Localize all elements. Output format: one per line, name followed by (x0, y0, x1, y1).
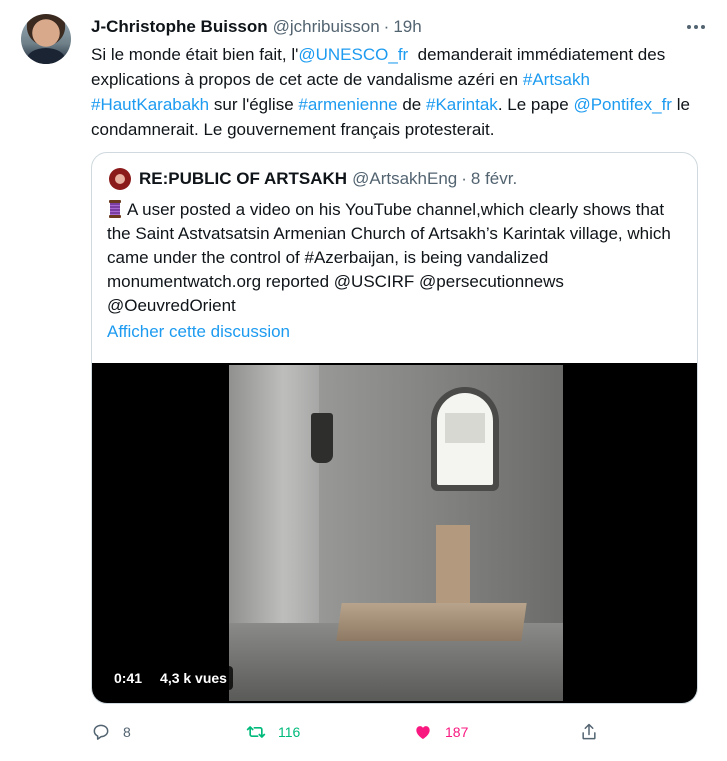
quoted-text-body: A user posted a video on his YouTube cha… (107, 200, 671, 315)
thread-emoji-icon (107, 200, 123, 218)
author-avatar[interactable] (21, 14, 71, 64)
reply-count: 8 (123, 724, 131, 740)
quoted-header: RE:PUBLIC OF ARTSAKH @ArtsakhEng · 8 fév… (109, 167, 517, 191)
quoted-tweet[interactable]: RE:PUBLIC OF ARTSAKH @ArtsakhEng · 8 fév… (91, 152, 698, 704)
tweet-text: Si le monde était bien fait, l'@UNESCO_f… (91, 42, 711, 142)
video-meta: 0:41 4,3 k vues (108, 665, 239, 691)
quoted-name: RE:PUBLIC OF ARTSAKH (139, 169, 348, 188)
video-frame[interactable] (229, 365, 563, 701)
mention-unesco[interactable]: @UNESCO_fr (298, 45, 408, 64)
separator: · (461, 169, 467, 188)
hashtag-armenienne[interactable]: #armenienne (298, 95, 397, 114)
hashtag-karintak[interactable]: #Karintak (426, 95, 498, 114)
retweet-count: 116 (278, 724, 301, 740)
author-name[interactable]: J-Christophe Buisson (91, 17, 268, 37)
author-handle[interactable]: @jchribuisson (273, 17, 380, 37)
like-button[interactable]: 187 (413, 720, 468, 744)
video-player[interactable]: 0:41 4,3 k vues (92, 363, 697, 703)
tweet-text-part: . Le pape (497, 95, 574, 114)
tweet-text-part: sur l'église (209, 95, 299, 114)
share-icon (582, 723, 596, 740)
tweet-text-part: de (397, 95, 426, 114)
tweet-header: J-Christophe Buisson @jchribuisson · 19h (91, 16, 707, 38)
reply-button[interactable]: 8 (91, 720, 131, 744)
like-count: 187 (445, 724, 469, 740)
hashtag-hautkarabakh[interactable]: #HautKarabakh (91, 95, 209, 114)
quoted-time: 8 févr. (470, 169, 518, 188)
show-thread-link[interactable]: Afficher cette discussion (107, 322, 290, 342)
video-views: 4,3 k vues (154, 666, 233, 690)
tweet-text-part: Si le monde était bien fait, l' (91, 45, 299, 64)
separator: · (383, 17, 390, 36)
video-duration: 0:41 (108, 666, 149, 690)
reply-icon (93, 724, 109, 740)
like-icon (416, 726, 430, 740)
hashtag-artsakh[interactable]: #Artsakh (523, 70, 590, 89)
quoted-handle: @ArtsakhEng (352, 169, 458, 188)
mention-pontifex[interactable]: @Pontifex_fr (573, 95, 672, 114)
quoted-avatar (109, 168, 131, 190)
retweet-button[interactable]: 116 (246, 720, 300, 744)
more-icon[interactable] (685, 16, 707, 38)
tweet-time[interactable]: 19h (393, 17, 421, 37)
tweet-actions: 8 116 187 (91, 720, 611, 744)
quoted-text: A user posted a video on his YouTube cha… (107, 198, 687, 318)
retweet-icon (246, 726, 266, 738)
share-button[interactable] (579, 720, 611, 744)
